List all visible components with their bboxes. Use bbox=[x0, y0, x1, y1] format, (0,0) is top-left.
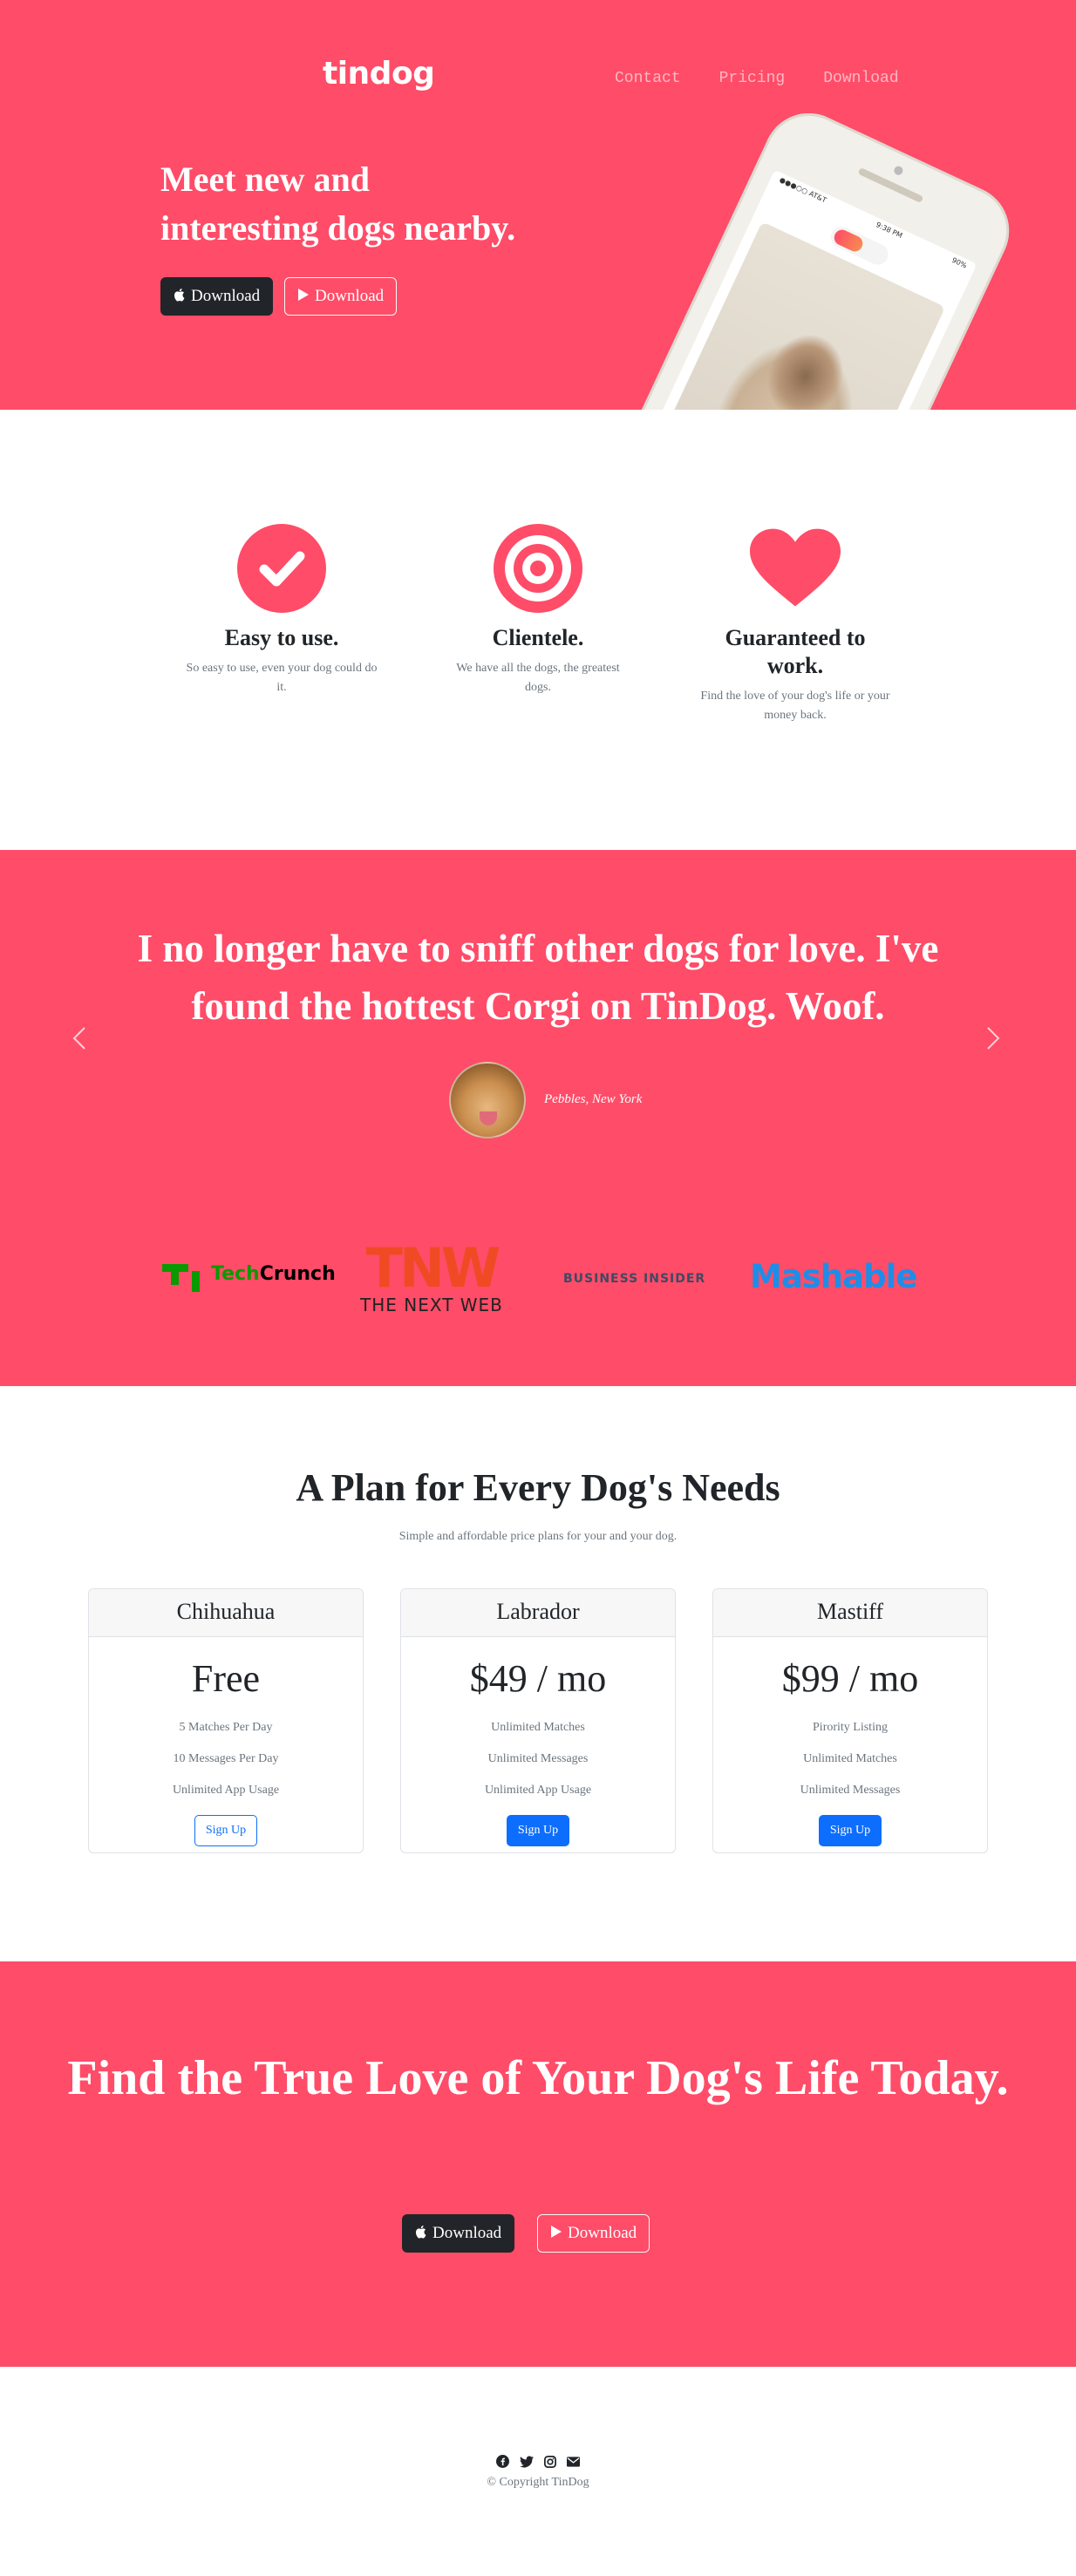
feature-guaranteed: Guaranteed to work. Find the love of you… bbox=[699, 523, 891, 725]
brand-logo[interactable]: tindog bbox=[323, 56, 435, 92]
techcrunch-logo: TechCrunch bbox=[162, 1263, 336, 1285]
pricing-section: A Plan for Every Dog's Needs Simple and … bbox=[0, 1386, 1076, 1961]
nav-contact[interactable]: Contact bbox=[615, 70, 681, 87]
phone-camera bbox=[892, 165, 905, 177]
tnw-small-text: THE NEXT WEB bbox=[360, 1295, 503, 1315]
sign-up-button[interactable]: Sign Up bbox=[818, 1815, 882, 1846]
techcrunch-text-a: Tech bbox=[211, 1263, 260, 1285]
check-circle-icon bbox=[236, 523, 327, 614]
feature-text: We have all the dogs, the greatest dogs. bbox=[456, 662, 620, 694]
tnw-logo: TNW THE NEXT WEB bbox=[360, 1236, 503, 1316]
cta-apple-download-label: Download bbox=[432, 2224, 502, 2242]
testimonial-section: I no longer have to sniff other dogs for… bbox=[0, 850, 1076, 1386]
testimonial-quote: I no longer have to sniff other dogs for… bbox=[137, 927, 939, 1028]
plan-name: Labrador bbox=[401, 1589, 675, 1637]
cta-title: Find the True Love of Your Dog's Life To… bbox=[67, 2051, 1009, 2105]
plan-feature: Unlimited Matches bbox=[803, 1752, 897, 1765]
instagram-icon[interactable] bbox=[542, 2454, 557, 2469]
techcrunch-text-b: Crunch bbox=[259, 1263, 336, 1285]
plan-feature: Unlimited Messages bbox=[800, 1784, 901, 1797]
features-section: Easy to use. So easy to use, even your d… bbox=[0, 410, 1076, 850]
pricing-card-labrador: Labrador $49 / mo Unlimited Matches Unli… bbox=[400, 1588, 676, 1853]
feature-text: So easy to use, even your dog could do i… bbox=[186, 662, 378, 694]
mashable-logo: Mashable bbox=[750, 1258, 917, 1295]
plan-feature: 5 Matches Per Day bbox=[179, 1721, 273, 1734]
sign-up-button[interactable]: Sign Up bbox=[194, 1815, 258, 1846]
pricing-subtitle: Simple and affordable price plans for yo… bbox=[398, 1530, 678, 1543]
google-play-download-label: Download bbox=[315, 287, 385, 305]
plan-feature: Unlimited App Usage bbox=[172, 1784, 280, 1797]
cta-apple-download-button[interactable]: Download bbox=[402, 2214, 515, 2253]
pricing-card-chihuahua: Chihuahua Free 5 Matches Per Day 10 Mess… bbox=[88, 1588, 364, 1853]
press-logos: TechCrunch TNW THE NEXT WEB BUSINESS INS… bbox=[0, 1236, 1076, 1321]
plan-name: Mastiff bbox=[713, 1589, 987, 1637]
apple-download-label: Download bbox=[191, 287, 261, 305]
plan-features: 5 Matches Per Day 10 Messages Per Day Un… bbox=[89, 1712, 363, 1806]
chevron-right-icon bbox=[987, 1027, 1000, 1050]
testimonial-avatar bbox=[449, 1062, 526, 1138]
pricing-card-mastiff: Mastiff $99 / mo Pirority Listing Unlimi… bbox=[712, 1588, 988, 1853]
sign-up-button[interactable]: Sign Up bbox=[506, 1815, 570, 1846]
feature-text: Find the love of your dog's life or your… bbox=[700, 690, 890, 722]
plan-feature: Unlimited App Usage bbox=[484, 1784, 592, 1797]
google-play-download-button[interactable]: Download bbox=[284, 277, 398, 316]
apple-icon bbox=[174, 288, 186, 305]
envelope-icon[interactable] bbox=[566, 2454, 581, 2469]
cta-google-play-download-label: Download bbox=[568, 2224, 637, 2242]
techcrunch-mark-icon bbox=[162, 1263, 204, 1285]
google-play-icon bbox=[297, 288, 310, 305]
apple-download-button[interactable]: Download bbox=[160, 277, 274, 316]
copyright-text: © Copyright TinDog bbox=[487, 2476, 589, 2489]
dog-photo bbox=[629, 221, 946, 410]
hero-title: Meet new and interesting dogs nearby. bbox=[160, 160, 516, 248]
feature-title: Easy to use. bbox=[224, 625, 339, 650]
nav-pricing[interactable]: Pricing bbox=[719, 70, 786, 87]
twitter-icon[interactable] bbox=[519, 2454, 534, 2469]
feature-easy: Easy to use. So easy to use, even your d… bbox=[186, 523, 378, 697]
business-insider-logo: BUSINESS INSIDER bbox=[563, 1272, 706, 1286]
carousel-next-button[interactable] bbox=[985, 1026, 1001, 1057]
cta-section: Find the True Love of Your Dog's Life To… bbox=[0, 1961, 1076, 2367]
facebook-icon[interactable] bbox=[495, 2454, 510, 2469]
feature-title: Clientele. bbox=[492, 625, 584, 650]
plan-features: Unlimited Matches Unlimited Messages Unl… bbox=[401, 1712, 675, 1806]
plan-feature: Unlimited Messages bbox=[487, 1752, 589, 1765]
feature-title: Guaranteed to work. bbox=[725, 625, 866, 678]
plan-feature: Pirority Listing bbox=[813, 1721, 888, 1734]
plan-name: Chihuahua bbox=[89, 1589, 363, 1637]
plan-feature: 10 Messages Per Day bbox=[173, 1752, 279, 1765]
heart-icon bbox=[750, 523, 841, 614]
phone-mockup-image: ●●●○○ AT&T 9:38 PM 90% bbox=[580, 98, 1025, 410]
social-links bbox=[495, 2454, 581, 2469]
top-nav: Contact Pricing Download bbox=[615, 70, 937, 87]
cta-google-play-download-button[interactable]: Download bbox=[537, 2214, 650, 2253]
phone-screen: ●●●○○ AT&T 9:38 PM 90% bbox=[620, 169, 977, 410]
carousel-prev-button[interactable] bbox=[72, 1026, 87, 1057]
testimonial-author: Pebbles, New York bbox=[544, 1092, 643, 1106]
plan-features: Pirority Listing Unlimited Matches Unlim… bbox=[713, 1712, 987, 1806]
phone-speaker bbox=[857, 167, 924, 204]
pricing-title: A Plan for Every Dog's Needs bbox=[296, 1466, 780, 1509]
plan-price: Free bbox=[191, 1657, 261, 1700]
plan-feature: Unlimited Matches bbox=[491, 1721, 585, 1734]
bullseye-icon bbox=[493, 523, 583, 614]
chevron-left-icon bbox=[72, 1027, 85, 1050]
plan-price: $49 / mo bbox=[469, 1657, 607, 1700]
nav-download[interactable]: Download bbox=[823, 70, 898, 87]
plan-price: $99 / mo bbox=[781, 1657, 919, 1700]
footer: © Copyright TinDog bbox=[0, 2367, 1076, 2576]
tnw-big-text: TNW bbox=[365, 1236, 501, 1300]
apple-icon bbox=[415, 2225, 427, 2242]
hero-section: tindog Contact Pricing Download Meet new… bbox=[0, 0, 1076, 410]
feature-clientele: Clientele. We have all the dogs, the gre… bbox=[442, 523, 634, 697]
google-play-icon bbox=[550, 2225, 562, 2242]
